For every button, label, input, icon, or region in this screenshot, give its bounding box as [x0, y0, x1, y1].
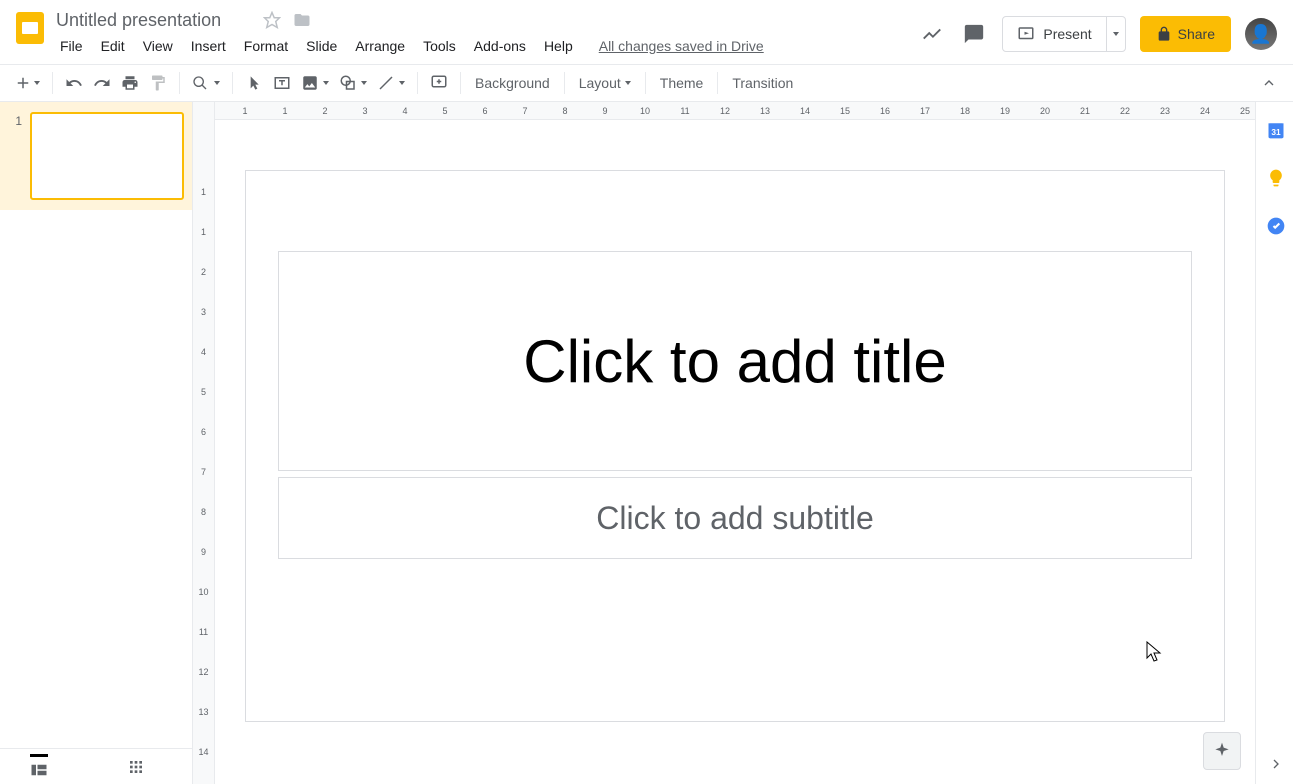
menu-view[interactable]: View	[135, 34, 181, 58]
present-button-group: Present	[1002, 16, 1125, 52]
thumbnail-image	[30, 112, 184, 200]
filmstrip-view-icon[interactable]	[30, 754, 48, 777]
textbox-tool[interactable]	[269, 70, 295, 96]
title-textbox[interactable]: Click to add title	[278, 251, 1192, 471]
tasks-icon[interactable]	[1266, 216, 1286, 236]
menu-file[interactable]: File	[52, 34, 91, 58]
share-label: Share	[1178, 26, 1215, 42]
menu-help[interactable]: Help	[536, 34, 581, 58]
header: File Edit View Insert Format Slide Arran…	[0, 0, 1293, 64]
title-placeholder: Click to add title	[523, 327, 947, 396]
menu-slide[interactable]: Slide	[298, 34, 345, 58]
layout-dropdown[interactable]: Layout	[569, 71, 641, 95]
svg-text:31: 31	[1271, 127, 1281, 137]
account-avatar[interactable]: 👤	[1245, 18, 1277, 50]
filmstrip-toolbar	[0, 748, 192, 784]
new-slide-button[interactable]	[10, 70, 44, 96]
calendar-icon[interactable]: 31	[1266, 120, 1286, 140]
slide-thumbnail-1[interactable]: 1	[0, 102, 192, 210]
menu-format[interactable]: Format	[236, 34, 296, 58]
slide-number: 1	[8, 112, 22, 200]
vertical-ruler: 11234567891011121314	[193, 102, 215, 784]
activity-icon[interactable]	[918, 20, 946, 48]
subtitle-placeholder: Click to add subtitle	[596, 500, 873, 537]
comments-icon[interactable]	[960, 20, 988, 48]
side-panel-collapse-icon[interactable]	[1256, 744, 1293, 784]
share-button[interactable]: Share	[1140, 16, 1231, 52]
zoom-button[interactable]	[188, 70, 224, 96]
background-button[interactable]: Background	[465, 71, 560, 95]
slides-logo[interactable]	[8, 6, 52, 62]
side-panel: 31	[1255, 102, 1293, 784]
comment-add-button[interactable]	[426, 70, 452, 96]
keep-icon[interactable]	[1266, 168, 1286, 188]
line-tool[interactable]	[373, 70, 409, 96]
subtitle-textbox[interactable]: Click to add subtitle	[278, 477, 1192, 559]
slide-canvas[interactable]: Click to add title Click to add subtitle	[245, 170, 1225, 722]
star-icon[interactable]	[262, 10, 282, 30]
menu-arrange[interactable]: Arrange	[347, 34, 413, 58]
present-button[interactable]: Present	[1003, 17, 1105, 51]
filmstrip: 1	[0, 102, 193, 784]
explore-button[interactable]	[1203, 732, 1241, 770]
image-tool[interactable]	[297, 70, 333, 96]
move-folder-icon[interactable]	[292, 10, 312, 30]
menu-addons[interactable]: Add-ons	[466, 34, 534, 58]
collapse-toolbar-icon[interactable]	[1257, 70, 1287, 96]
theme-button[interactable]: Theme	[650, 71, 714, 95]
present-label: Present	[1043, 26, 1091, 42]
mouse-cursor-icon	[1146, 641, 1162, 663]
menu-edit[interactable]: Edit	[93, 34, 133, 58]
body: 1 11234567891011121314 11234567891011121…	[0, 102, 1293, 784]
save-status[interactable]: All changes saved in Drive	[599, 38, 764, 54]
present-dropdown[interactable]	[1106, 17, 1125, 51]
print-button[interactable]	[117, 70, 143, 96]
canvas-area: 11234567891011121314 1123456789101112131…	[193, 102, 1255, 784]
select-tool[interactable]	[241, 70, 267, 96]
shape-tool[interactable]	[335, 70, 371, 96]
undo-button[interactable]	[61, 70, 87, 96]
toolbar: Background Layout Theme Transition	[0, 64, 1293, 102]
paint-format-button[interactable]	[145, 70, 171, 96]
redo-button[interactable]	[89, 70, 115, 96]
horizontal-ruler: 1123456789101112131415161718192021222324…	[215, 102, 1255, 120]
menu-tools[interactable]: Tools	[415, 34, 464, 58]
doc-title-input[interactable]	[52, 8, 252, 33]
menu-insert[interactable]: Insert	[183, 34, 234, 58]
grid-view-icon[interactable]	[128, 759, 144, 775]
transition-button[interactable]: Transition	[722, 71, 803, 95]
menu-bar: File Edit View Insert Format Slide Arran…	[52, 32, 918, 60]
